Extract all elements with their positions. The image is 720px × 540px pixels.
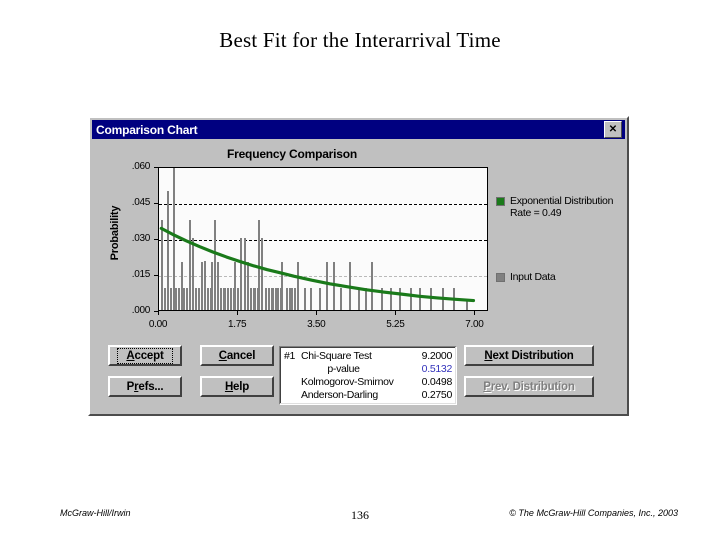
legend-label-input-data: Input Data (510, 271, 556, 283)
stats-label: Kolmogorov-Smirnov (301, 376, 394, 388)
stats-value: 9.2000 (421, 350, 453, 362)
accept-button-label: Accept (117, 347, 173, 364)
chart-x-tick-label: 7.00 (465, 319, 484, 330)
chart-x-tick-mark (237, 311, 239, 315)
chart-y-tick-label: .030 (131, 233, 151, 244)
legend-text-exponential: Exponential Distribution (510, 195, 614, 207)
chart-y-tick-label: .015 (131, 269, 151, 280)
legend-label-exponential: Exponential Distribution Rate = 0.49 (510, 195, 613, 219)
help-button-label: Help (224, 380, 250, 393)
help-button[interactable]: Help (200, 376, 274, 397)
stats-value: 0.5132 (421, 363, 453, 375)
chart-y-tick-label: .060 (131, 161, 151, 172)
chart-line-exponential-fit (159, 226, 476, 303)
prefs-button-label: Prefs... (126, 380, 164, 393)
stats-value: 0.2750 (421, 389, 453, 401)
legend-item-exponential: Exponential Distribution Rate = 0.49 (496, 195, 624, 219)
chart-x-tick-mark (395, 311, 397, 315)
prev-distribution-button: Prev. Distribution (464, 376, 594, 397)
comparison-chart-dialog: Comparison Chart ✕ Frequency Comparison … (88, 116, 629, 416)
chart-legend: Exponential Distribution Rate = 0.49 Inp… (496, 195, 624, 283)
page-title: Best Fit for the Interarrival Time (219, 28, 501, 52)
footer-copyright: © The McGraw-Hill Companies, Inc., 2003 (509, 508, 678, 518)
accept-button[interactable]: Accept (108, 345, 182, 366)
stats-row: #1 Chi-Square Test 9.2000 (284, 350, 452, 363)
legend-swatch-exponential (496, 197, 505, 206)
chart-x-tick-label: 1.75 (227, 319, 247, 330)
chart-y-tick-label: .045 (131, 197, 151, 208)
stats-label: Anderson-Darling (301, 389, 378, 401)
chart-x-tick-mark (474, 311, 476, 315)
close-icon[interactable]: ✕ (604, 121, 622, 138)
chart-x-tick-label: 5.25 (386, 319, 405, 330)
legend-swatch-input-data (496, 273, 505, 282)
cancel-button-label: Cancel (218, 349, 256, 362)
legend-item-input-data: Input Data (496, 271, 556, 283)
prefs-button[interactable]: Prefs... (108, 376, 182, 397)
stats-label: p-value (327, 363, 360, 375)
chart-y-tick-label: .000 (131, 305, 151, 316)
chart-area: Frequency Comparison Probability .000.01… (92, 141, 625, 343)
stats-index: #1 (284, 350, 296, 362)
legend-text-exponential-rate: Rate = 0.49 (510, 207, 562, 219)
stats-row: Anderson-Darling 0.2750 (284, 389, 452, 402)
chart-x-tick-label: 3.50 (307, 319, 326, 330)
chart-title: Frequency Comparison (226, 147, 358, 161)
stats-row: p-value 0.5132 (284, 363, 452, 376)
dialog-title-text: Comparison Chart (96, 122, 198, 137)
prev-distribution-button-label: Prev. Distribution (483, 380, 575, 393)
stats-label: Chi-Square Test (301, 350, 372, 362)
stats-value: 0.0498 (421, 376, 453, 388)
cancel-button[interactable]: Cancel (200, 345, 274, 366)
chart-x-tick-mark (316, 311, 318, 315)
dialog-titlebar[interactable]: Comparison Chart ✕ (92, 120, 625, 139)
chart-x-tick-mark (158, 311, 159, 315)
chart-plot-area (158, 167, 488, 311)
next-distribution-button-label: Next Distribution (484, 349, 574, 362)
chart-x-tick-label: 0.00 (148, 319, 168, 330)
stats-row: Kolmogorov-Smirnov 0.0498 (284, 376, 452, 389)
next-distribution-button[interactable]: Next Distribution (464, 345, 594, 366)
goodness-of-fit-stats: #1 Chi-Square Test 9.2000 p-value 0.5132 Kolm… (279, 346, 457, 405)
